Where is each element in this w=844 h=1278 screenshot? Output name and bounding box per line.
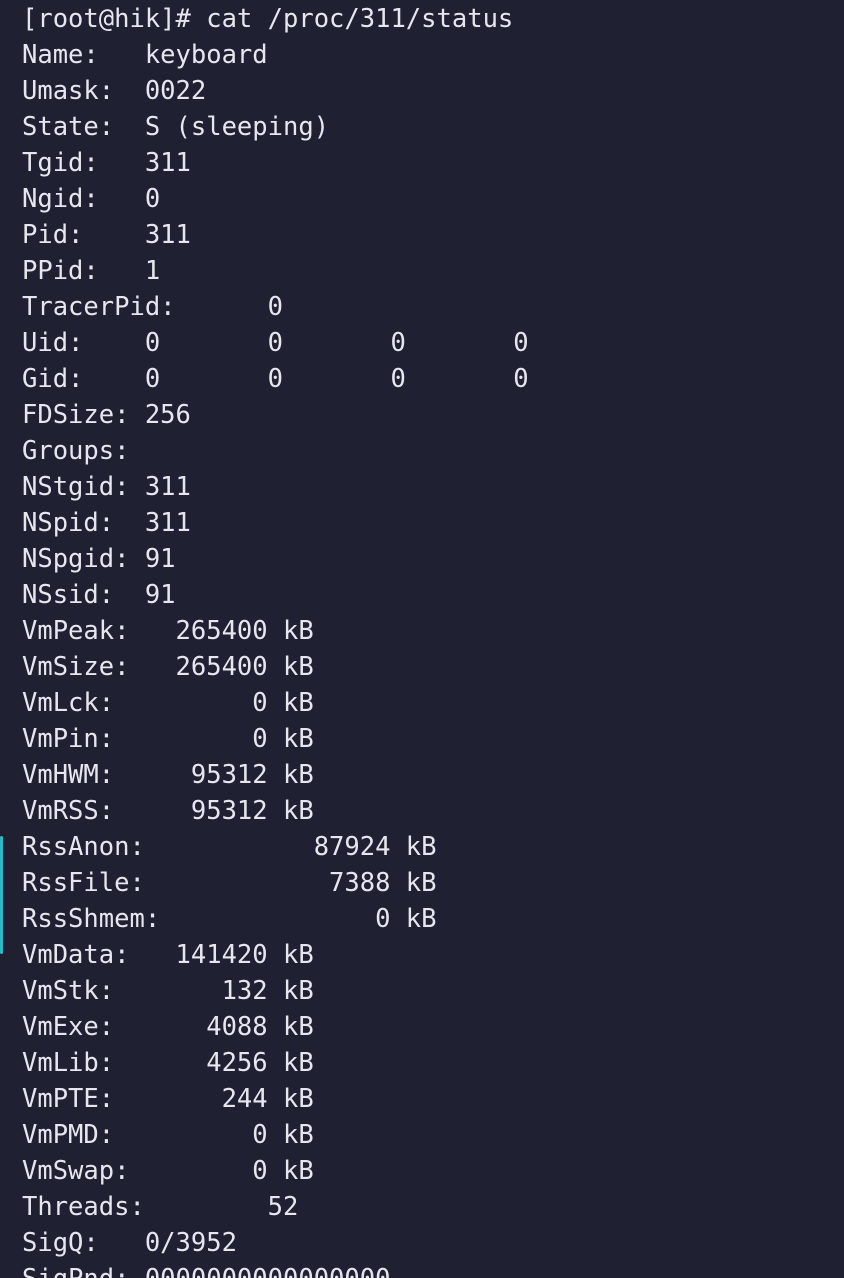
status-line-gid: Gid: 0 0 0 0 — [22, 364, 529, 394]
status-line-tgid: Tgid: 311 — [22, 148, 191, 178]
status-line-vmpeak: VmPeak: 265400 kB — [22, 616, 314, 646]
status-line-ppid: PPid: 1 — [22, 256, 161, 286]
status-line-nstgid: NStgid: 311 — [22, 472, 191, 502]
status-line-vmhwm: VmHWM: 95312 kB — [22, 760, 314, 790]
status-line-vmlib: VmLib: 4256 kB — [22, 1048, 314, 1078]
status-line-sigpnd: SigPnd: 0000000000000000 — [22, 1261, 844, 1278]
command-prompt-line: [root@hik]# cat /proc/311/status — [22, 4, 514, 34]
status-line-name: Name: keyboard — [22, 40, 268, 70]
status-line-tracerpid: TracerPid: 0 — [22, 292, 283, 322]
status-line-vmdata: VmData: 141420 kB — [22, 940, 314, 970]
status-line-rssanon: RssAnon: 87924 kB — [22, 832, 437, 862]
status-line-vmrss: VmRSS: 95312 kB — [22, 796, 314, 826]
status-line-nssid: NSsid: 91 — [22, 580, 176, 610]
status-line-uid: Uid: 0 0 0 0 — [22, 328, 529, 358]
status-line-rssshmem: RssShmem: 0 kB — [22, 904, 437, 934]
status-line-vmpmd: VmPMD: 0 kB — [22, 1120, 314, 1150]
status-line-vmlck: VmLck: 0 kB — [22, 688, 314, 718]
status-line-sigq: SigQ: 0/3952 — [22, 1228, 237, 1258]
status-line-rssfile: RssFile: 7388 kB — [22, 868, 437, 898]
status-line-vmsize: VmSize: 265400 kB — [22, 652, 314, 682]
status-line-nspid: NSpid: 311 — [22, 508, 191, 538]
status-line-nspgid: NSpgid: 91 — [22, 544, 176, 574]
status-line-vmpin: VmPin: 0 kB — [22, 724, 314, 754]
status-line-umask: Umask: 0022 — [22, 76, 207, 106]
status-line-vmstk: VmStk: 132 kB — [22, 976, 314, 1006]
status-line-ngid: Ngid: 0 — [22, 184, 161, 214]
terminal-window[interactable]: [root@hik]# cat /proc/311/status Name: k… — [0, 0, 844, 1278]
status-line-threads: Threads: 52 — [22, 1192, 299, 1222]
status-line-fdsize: FDSize: 256 — [22, 400, 191, 430]
selection-marker — [0, 836, 3, 954]
status-line-state: State: S (sleeping) — [22, 112, 330, 142]
status-line-groups: Groups: — [22, 436, 130, 466]
status-line-vmpte: VmPTE: 244 kB — [22, 1084, 314, 1114]
status-line-vmswap: VmSwap: 0 kB — [22, 1156, 314, 1186]
status-line-pid: Pid: 311 — [22, 220, 191, 250]
status-line-vmexe: VmExe: 4088 kB — [22, 1012, 314, 1042]
terminal-output[interactable]: [root@hik]# cat /proc/311/status Name: k… — [22, 1, 844, 1278]
